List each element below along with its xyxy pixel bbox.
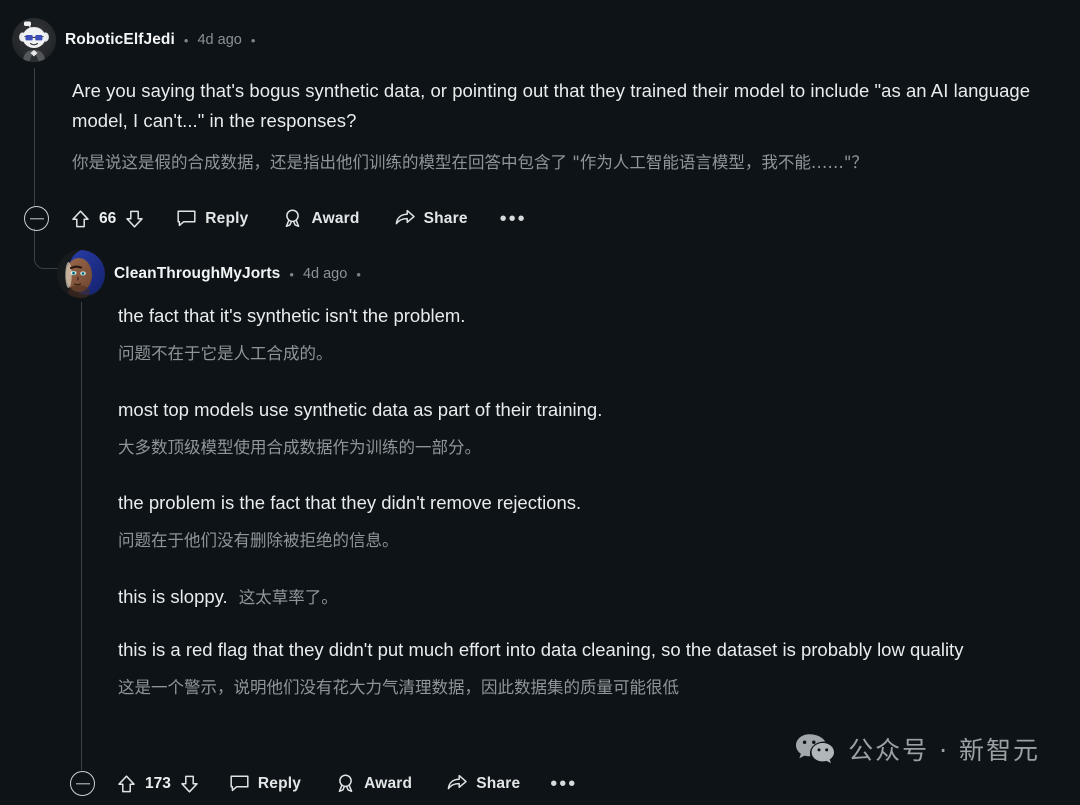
upvote-button[interactable] (71, 209, 90, 229)
share-label: Share (423, 209, 468, 227)
meta-separator: • (183, 32, 189, 48)
comment-author[interactable]: CleanThroughMyJorts (114, 265, 280, 283)
comment-bubble-icon (177, 210, 196, 227)
reply-label: Reply (205, 209, 249, 227)
comment-paragraph-en: most top models use synthetic data as pa… (118, 399, 603, 420)
comment-header-reply: CleanThroughMyJorts • 4d ago • (57, 250, 361, 298)
paragraph-block: the problem is the fact that they didn't… (118, 489, 1068, 553)
comment-body-reply: the fact that it's synthetic isn't the p… (118, 302, 1068, 700)
vote-count: 173 (145, 774, 171, 792)
paragraph-block: the fact that it's synthetic isn't the p… (118, 302, 1068, 366)
comment-actions-top: 66 Reply Award Share ••• (24, 206, 527, 231)
upvote-button[interactable] (117, 774, 136, 794)
collapse-comment-button[interactable] (70, 771, 95, 796)
comment-paragraph-en: the problem is the fact that they didn't… (118, 492, 582, 513)
comment-paragraph-zh: 问题在于他们没有删除被拒绝的信息。 (118, 531, 399, 550)
comment-paragraph-zh: 问题不在于它是人工合成的。 (118, 344, 333, 363)
avatar[interactable] (57, 250, 105, 298)
comment-bubble-icon (230, 775, 249, 792)
share-label: Share (476, 774, 521, 792)
paragraph-block: this is a red flag that they didn't put … (118, 636, 1068, 700)
award-label: Award (311, 209, 360, 227)
award-ribbon-icon (286, 209, 300, 228)
share-button[interactable]: Share (446, 773, 520, 794)
reddit-comment-thread: RoboticElfJedi • 4d ago • Are you saying… (0, 0, 1080, 805)
snoo-glasses-avatar (12, 18, 56, 62)
share-arrow-icon (395, 209, 415, 225)
meta-separator: • (289, 266, 294, 282)
comment-paragraph-zh: 你是说这是假的合成数据，还是指出他们训练的模型在回答中包含了 "作为人工智能语言… (72, 153, 868, 172)
downvote-arrow-icon (181, 775, 198, 793)
comment-paragraph-zh: 这太草率了。 (238, 588, 338, 607)
share-button[interactable]: Share (394, 208, 468, 229)
wechat-icon (796, 734, 835, 764)
share-arrow-icon (447, 774, 467, 790)
comment-actions-reply: 173 Reply Award Share ••• (70, 771, 577, 796)
reply-button[interactable]: Reply (176, 208, 248, 229)
more-options-button[interactable]: ••• (550, 774, 577, 794)
award-button[interactable]: Award (282, 208, 359, 229)
comment-timestamp: 4d ago (197, 32, 242, 48)
reply-button[interactable]: Reply (229, 773, 301, 794)
paragraph-block-inline: this is sloppy. 这太草率了。 (118, 583, 1068, 611)
award-button[interactable]: Award (335, 773, 412, 794)
meta-separator-end: • (250, 32, 256, 48)
watermark: 公众号 · 新智元 (795, 731, 1040, 767)
comment-timestamp: 4d ago (302, 266, 348, 282)
upvote-arrow-icon (72, 209, 89, 227)
collapse-comment-button[interactable] (24, 206, 49, 231)
more-options-button[interactable]: ••• (500, 209, 527, 229)
comment-paragraph-en: this is a red flag that they didn't put … (118, 639, 964, 660)
vote-count: 66 (99, 209, 117, 227)
comment-paragraph-en: the fact that it's synthetic isn't the p… (118, 305, 466, 326)
award-label: Award (364, 774, 413, 792)
paragraph-block: most top models use synthetic data as pa… (118, 396, 1068, 460)
character-portrait-avatar (57, 250, 105, 298)
vote-group: 66 (71, 209, 144, 229)
meta-separator-end: • (356, 266, 361, 282)
thread-rail-reply[interactable] (81, 302, 82, 770)
avatar[interactable] (12, 18, 56, 62)
comment-paragraph-en: Are you saying that's bogus synthetic da… (72, 80, 1031, 131)
reply-label: Reply (257, 774, 302, 792)
comment-paragraph-en: this is sloppy. (118, 586, 228, 607)
downvote-button[interactable] (180, 774, 199, 794)
comment-body-top: Are you saying that's bogus synthetic da… (72, 76, 1062, 176)
vote-group: 173 (117, 774, 199, 794)
downvote-button[interactable] (125, 209, 144, 229)
thread-rail-top[interactable] (34, 68, 35, 206)
comment-author[interactable]: RoboticElfJedi (65, 31, 175, 49)
award-ribbon-icon (338, 774, 353, 793)
comment-header-top: RoboticElfJedi • 4d ago • (12, 18, 255, 62)
comment-paragraph-zh: 这是一个警示，说明他们没有花大力气清理数据，因此数据集的质量可能很低 (118, 678, 679, 697)
upvote-arrow-icon (118, 774, 135, 792)
downvote-arrow-icon (126, 210, 143, 228)
watermark-text: 公众号 · 新智元 (848, 736, 1040, 765)
comment-paragraph-zh: 大多数顶级模型使用合成数据作为训练的一部分。 (118, 438, 481, 457)
